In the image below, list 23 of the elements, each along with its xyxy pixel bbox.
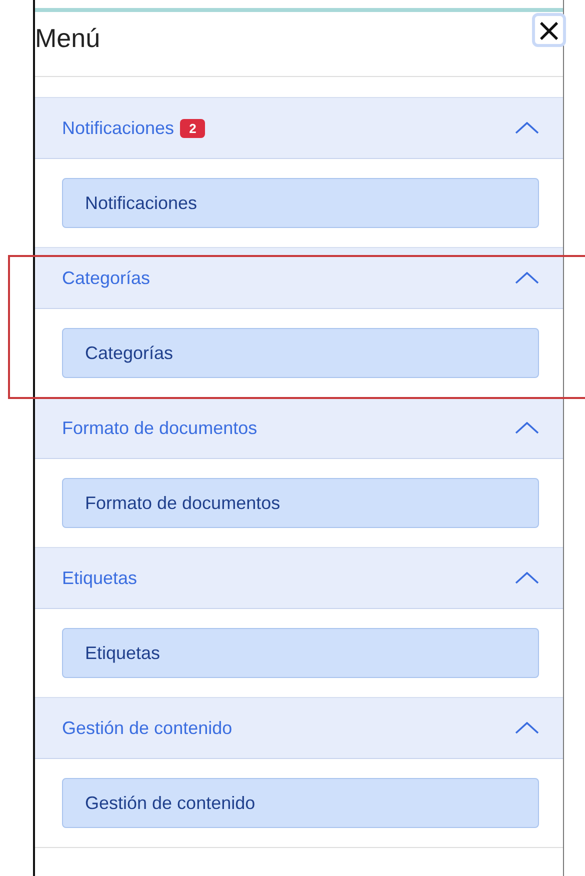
menu-item[interactable]: Categorías (62, 328, 539, 378)
chevron-icon (515, 122, 539, 134)
section-title: Categorías (62, 268, 150, 288)
section-title: Notificaciones (62, 118, 174, 138)
menu-item[interactable]: Formato de documentos (62, 478, 539, 528)
accordion-header[interactable]: Etiquetas (35, 547, 563, 609)
chevron-icon (515, 422, 539, 434)
menu-item[interactable]: Gestión de contenido (62, 778, 539, 828)
count-badge: 2 (180, 118, 206, 138)
accordion-header[interactable]: Notificaciones 2 (35, 97, 563, 159)
menu-item[interactable]: Etiquetas (62, 628, 539, 678)
chevron-icon (515, 722, 539, 734)
chevron-icon (515, 272, 539, 284)
accordion-header[interactable]: Gestión de contenido (35, 697, 563, 759)
accordion-header[interactable]: Formato de documentos (35, 397, 563, 459)
menu-item[interactable]: Notificaciones (62, 178, 539, 228)
close-button[interactable]: × (532, 13, 566, 47)
menu-title: Menú (35, 22, 100, 54)
chevron-icon (515, 572, 539, 584)
section-title: Gestión de contenido (62, 718, 232, 738)
section-title: Etiquetas (62, 568, 138, 588)
accordion-header[interactable]: Categorías (35, 247, 563, 309)
section-title: Formato de documentos (62, 418, 258, 438)
